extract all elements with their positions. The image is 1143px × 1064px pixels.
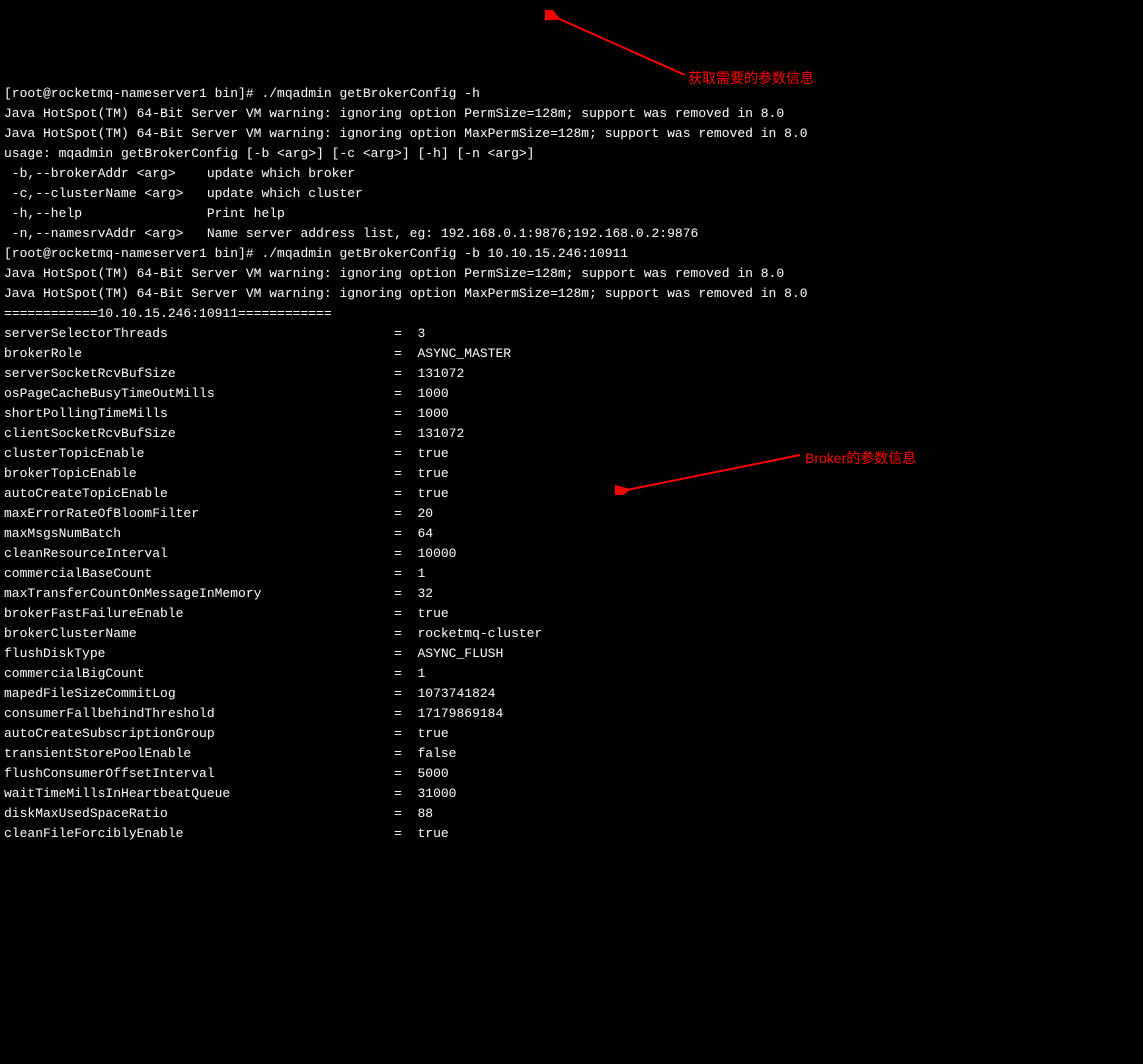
terminal-line: flushConsumerOffsetInterval = 5000 — [4, 764, 1139, 784]
terminal-line: maxErrorRateOfBloomFilter = 20 — [4, 504, 1139, 524]
terminal-output: [root@rocketmq-nameserver1 bin]# ./mqadm… — [4, 84, 1139, 844]
terminal-line: serverSelectorThreads = 3 — [4, 324, 1139, 344]
terminal-line: ============10.10.15.246:10911==========… — [4, 304, 1139, 324]
terminal-line: maxMsgsNumBatch = 64 — [4, 524, 1139, 544]
terminal-line: brokerTopicEnable = true — [4, 464, 1139, 484]
terminal-line: serverSocketRcvBufSize = 131072 — [4, 364, 1139, 384]
terminal-line: usage: mqadmin getBrokerConfig [-b <arg>… — [4, 144, 1139, 164]
arrow-1 — [545, 10, 690, 80]
terminal-line: [root@rocketmq-nameserver1 bin]# ./mqadm… — [4, 244, 1139, 264]
terminal-line: commercialBigCount = 1 — [4, 664, 1139, 684]
terminal-line: -n,--namesrvAddr <arg> Name server addre… — [4, 224, 1139, 244]
terminal-line: Java HotSpot(TM) 64-Bit Server VM warnin… — [4, 264, 1139, 284]
terminal-line: cleanFileForciblyEnable = true — [4, 824, 1139, 844]
terminal-line: [root@rocketmq-nameserver1 bin]# ./mqadm… — [4, 84, 1139, 104]
terminal-line: commercialBaseCount = 1 — [4, 564, 1139, 584]
terminal-line: clusterTopicEnable = true — [4, 444, 1139, 464]
terminal-line: shortPollingTimeMills = 1000 — [4, 404, 1139, 424]
terminal-line: flushDiskType = ASYNC_FLUSH — [4, 644, 1139, 664]
terminal-line: consumerFallbehindThreshold = 1717986918… — [4, 704, 1139, 724]
terminal-line: brokerFastFailureEnable = true — [4, 604, 1139, 624]
terminal-line: brokerClusterName = rocketmq-cluster — [4, 624, 1139, 644]
terminal-line: autoCreateSubscriptionGroup = true — [4, 724, 1139, 744]
terminal-line: Java HotSpot(TM) 64-Bit Server VM warnin… — [4, 284, 1139, 304]
terminal-line: autoCreateTopicEnable = true — [4, 484, 1139, 504]
terminal-line: osPageCacheBusyTimeOutMills = 1000 — [4, 384, 1139, 404]
terminal-line: -h,--help Print help — [4, 204, 1139, 224]
terminal-line: transientStorePoolEnable = false — [4, 744, 1139, 764]
terminal-line: mapedFileSizeCommitLog = 1073741824 — [4, 684, 1139, 704]
terminal-line: Java HotSpot(TM) 64-Bit Server VM warnin… — [4, 124, 1139, 144]
terminal-line: -c,--clusterName <arg> update which clus… — [4, 184, 1139, 204]
terminal-line: Java HotSpot(TM) 64-Bit Server VM warnin… — [4, 104, 1139, 124]
terminal-line: cleanResourceInterval = 10000 — [4, 544, 1139, 564]
terminal-line: maxTransferCountOnMessageInMemory = 32 — [4, 584, 1139, 604]
terminal-line: brokerRole = ASYNC_MASTER — [4, 344, 1139, 364]
terminal-line: -b,--brokerAddr <arg> update which broke… — [4, 164, 1139, 184]
terminal-line: diskMaxUsedSpaceRatio = 88 — [4, 804, 1139, 824]
terminal-line: clientSocketRcvBufSize = 131072 — [4, 424, 1139, 444]
terminal-line: waitTimeMillsInHeartbeatQueue = 31000 — [4, 784, 1139, 804]
